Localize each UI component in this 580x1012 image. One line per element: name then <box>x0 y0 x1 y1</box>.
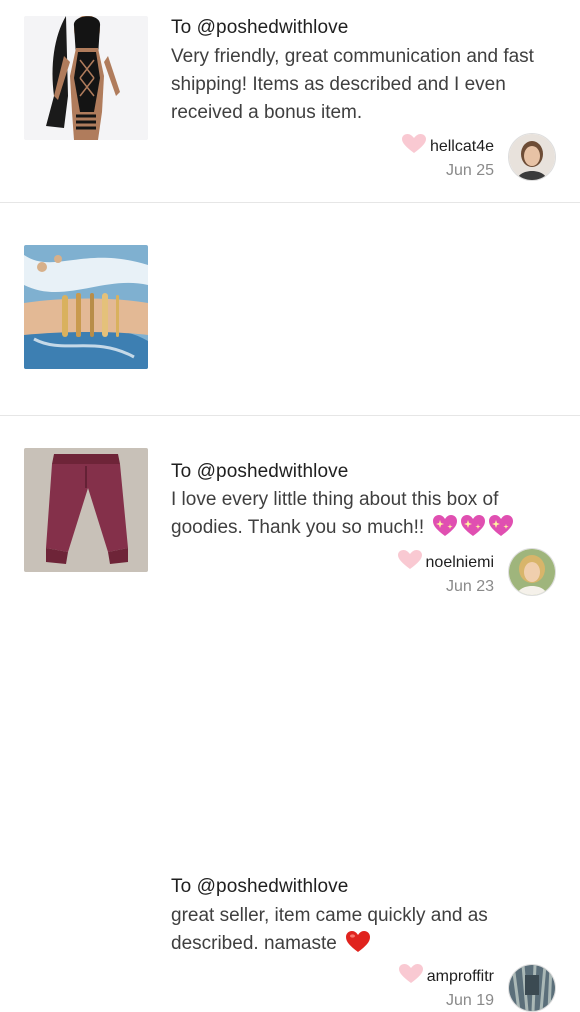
listing-thumbnail[interactable] <box>24 245 148 369</box>
review-text-content: great seller, item came quickly and as d… <box>171 905 488 954</box>
review-recipient[interactable]: To @poshedwithlove <box>171 876 348 898</box>
bracelets-photo-icon <box>24 245 148 369</box>
heart-icon <box>398 964 423 984</box>
review-item: To @poshedwithlove Very friendly, great … <box>0 0 580 203</box>
review-recipient[interactable]: To @poshedwithlove <box>171 17 348 39</box>
listing-thumbnail[interactable] <box>24 16 148 140</box>
heart-icon <box>401 134 426 154</box>
review-meta: amproffitr Jun 19 <box>398 964 494 1010</box>
review-date: Jun 19 <box>445 992 494 1009</box>
review-meta: hellcat4e Jun 25 <box>401 134 494 180</box>
swimsuit-photo-icon <box>24 16 148 140</box>
reviewer-username[interactable]: amproffitr <box>427 968 494 985</box>
reviewer-avatar[interactable] <box>508 964 556 1012</box>
review-feed: To @poshedwithlove Very friendly, great … <box>0 0 580 1012</box>
review-date: Jun 25 <box>445 162 494 179</box>
red-heart-icon <box>342 931 371 954</box>
review-item: To @poshedwithlove great seller, item ca… <box>0 426 580 1012</box>
review-text: Very friendly, great communication and f… <box>171 46 534 123</box>
reviewer-username[interactable]: hellcat4e <box>430 138 494 155</box>
review-item: To @poshedwithlove I love every little t… <box>0 213 580 596</box>
reviewer-avatar[interactable] <box>508 133 556 181</box>
listing-thumbnail[interactable] <box>24 448 148 572</box>
review-text: great seller, item came quickly and as d… <box>171 902 551 958</box>
pants-photo-icon <box>24 448 148 572</box>
